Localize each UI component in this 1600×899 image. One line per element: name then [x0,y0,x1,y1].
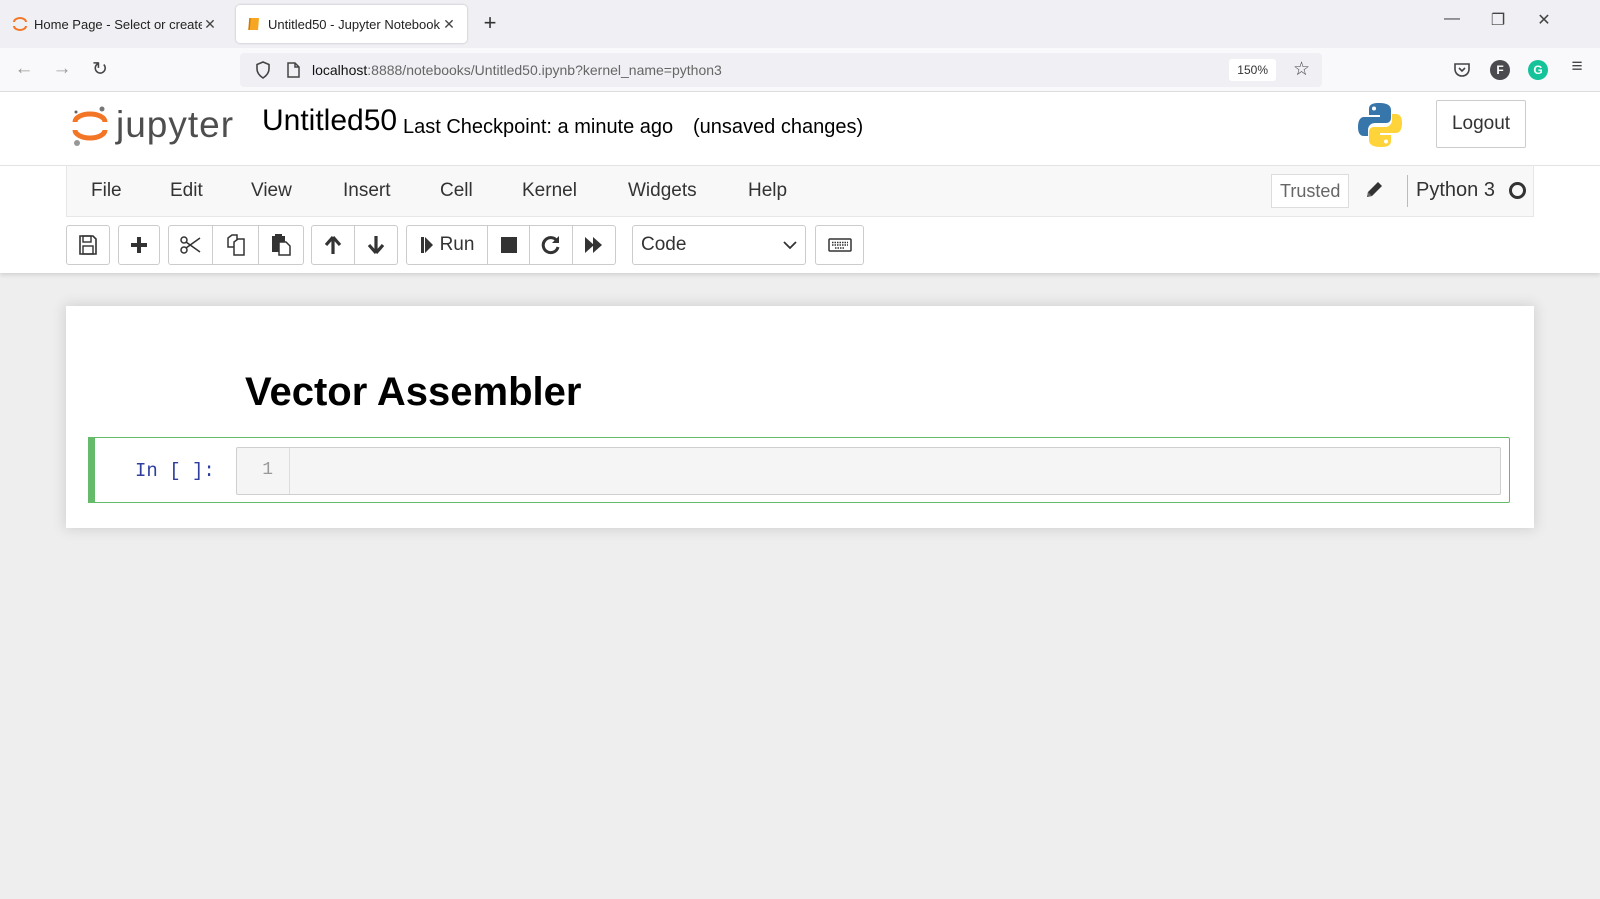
close-window-button[interactable]: ✕ [1532,10,1556,30]
back-button[interactable]: ← [12,58,36,80]
cell-type-select[interactable]: Code [632,225,806,265]
pencil-icon[interactable] [1363,179,1385,201]
checkpoint-status: Last Checkpoint: a minute ago [403,116,674,138]
run-button[interactable]: Run [406,225,488,265]
tab-label: Untitled50 - Jupyter Notebook [268,16,440,32]
bookmark-star-icon[interactable]: ☆ [1293,58,1310,81]
jupyter-logo[interactable]: jupyter [72,102,234,148]
autosave-status: (unsaved changes) [693,116,864,138]
close-tab-icon[interactable]: ✕ [441,16,457,33]
arrow-up-icon [324,235,342,254]
chevron-down-icon [783,241,797,250]
notebook-icon [248,17,259,31]
menu-insert[interactable]: Insert [343,180,391,202]
url-path: :8888/notebooks/Untitled50.ipynb?kernel_… [367,62,722,78]
fast-forward-icon [585,237,602,253]
markdown-heading[interactable]: Vector Assembler [245,370,581,415]
restart-kernel-button[interactable] [530,225,573,265]
url-host: localhost [312,62,368,78]
cell-type-value: Code [641,234,687,255]
scissors-icon [179,236,200,254]
menubar: File Edit View Insert Cell Kernel Widget… [66,166,1534,217]
code-cell[interactable]: In [ ]: 1 [88,437,1510,503]
menu-cell[interactable]: Cell [440,180,473,202]
tab-home-page[interactable]: Home Page - Select or create a ✕ [2,5,228,43]
move-up-button[interactable] [311,225,355,265]
jupyter-header: jupyter Untitled50 Last Checkpoint: a mi… [0,92,1600,166]
paste-icon [272,234,291,256]
run-label: Run [439,234,475,255]
forward-button[interactable]: → [50,58,74,80]
zoom-level-badge[interactable]: 150% [1229,59,1276,81]
floppy-disk-icon [79,235,97,255]
kernel-name[interactable]: Python 3 [1416,179,1495,202]
menu-kernel[interactable]: Kernel [522,180,577,202]
pocket-icon[interactable] [1452,60,1472,80]
menu-edit[interactable]: Edit [170,180,203,202]
copy-icon [226,234,245,256]
hamburger-menu-icon[interactable]: ≡ [1565,56,1589,78]
menu-view[interactable]: View [251,180,292,202]
code-editor[interactable]: 1 [236,447,1501,495]
shield-icon[interactable] [254,61,272,79]
tab-label: Home Page - Select or create a [34,16,202,32]
kernel-idle-indicator-icon [1509,182,1526,199]
restart-icon [541,236,560,255]
selected-cell-indicator [88,437,95,503]
trusted-badge[interactable]: Trusted [1271,174,1350,208]
grammarly-icon[interactable]: G [1528,60,1548,80]
jupyter-spinner-icon [72,106,108,146]
stop-icon [500,237,517,253]
notebook-container: Vector Assembler In [ ]: 1 [66,306,1534,528]
new-tab-button[interactable]: + [478,10,502,36]
logout-button[interactable]: Logout [1436,100,1526,148]
page-icon[interactable] [284,61,302,79]
python-logo-icon [1358,103,1402,147]
kernel-divider [1407,175,1408,207]
command-palette-button[interactable] [815,225,864,265]
line-number: 1 [237,448,290,494]
paste-button[interactable] [259,225,304,265]
browser-tab-bar: Home Page - Select or create a ✕ Untitle… [0,0,1600,48]
save-button[interactable] [66,225,110,265]
insert-cell-button[interactable] [118,225,160,265]
code-input[interactable] [291,448,1500,494]
input-prompt: In [ ]: [135,460,215,482]
arrow-down-icon [367,236,385,255]
menu-file[interactable]: File [91,180,122,202]
profile-f-icon[interactable]: F [1490,60,1510,80]
url-text[interactable]: localhost:8888/notebooks/Untitled50.ipyn… [312,62,722,78]
interrupt-kernel-button[interactable] [488,225,530,265]
move-down-button[interactable] [355,225,398,265]
close-tab-icon[interactable]: ✕ [202,16,218,33]
jupyter-logo-text: jupyter [116,104,235,145]
restore-button[interactable]: ❐ [1486,10,1510,30]
menu-help[interactable]: Help [748,180,787,202]
step-forward-icon [420,237,433,253]
menu-toolbar-area: File Edit View Insert Cell Kernel Widget… [0,166,1600,273]
minimize-button[interactable]: — [1440,10,1464,28]
restart-run-all-button[interactable] [573,225,616,265]
copy-button[interactable] [213,225,259,265]
browser-nav-bar: ← → ↻ localhost:8888/notebooks/Untitled5… [0,48,1600,92]
tab-untitled50[interactable]: Untitled50 - Jupyter Notebook ✕ [236,5,467,43]
notebook-name[interactable]: Untitled50 [262,104,397,138]
address-bar[interactable]: localhost:8888/notebooks/Untitled50.ipyn… [240,53,1322,87]
keyboard-icon [827,238,852,252]
cut-button[interactable] [168,225,213,265]
reload-button[interactable]: ↻ [88,58,112,81]
jupyter-spinner-icon [13,17,27,31]
plus-icon [131,237,147,253]
menu-widgets[interactable]: Widgets [628,180,697,202]
